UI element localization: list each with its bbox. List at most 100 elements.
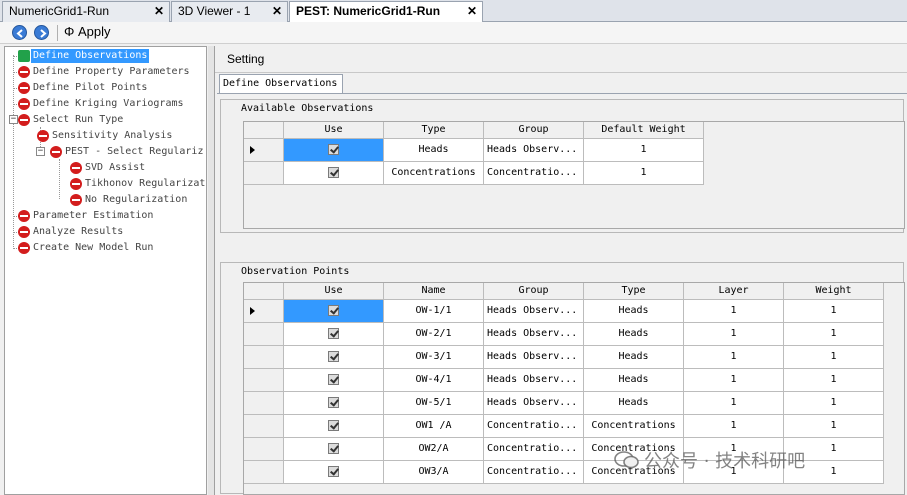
use-checkbox[interactable] — [284, 323, 384, 346]
toolbar-separator — [57, 25, 58, 41]
type-cell[interactable]: Concentrations — [584, 415, 684, 438]
row-header[interactable] — [244, 300, 284, 323]
tree-item-create-new-model-run[interactable]: Create New Model Run — [5, 241, 205, 255]
weight-cell[interactable]: 1 — [784, 369, 884, 392]
row-header[interactable] — [244, 461, 284, 484]
tree-item-svd-assist[interactable]: SVD Assist — [57, 161, 205, 175]
use-checkbox[interactable] — [284, 346, 384, 369]
column-header-type[interactable]: Type — [384, 122, 484, 139]
use-checkbox[interactable] — [284, 392, 384, 415]
group-cell[interactable]: Heads Observ... — [484, 300, 584, 323]
tab-numericgrid1-run[interactable]: NumericGrid1-Run ✕ — [2, 1, 170, 22]
use-checkbox[interactable] — [284, 461, 384, 484]
tab-define-observations[interactable]: Define Observations — [219, 74, 343, 94]
name-cell[interactable]: OW-3/1 — [384, 346, 484, 369]
weight-cell[interactable]: 1 — [784, 415, 884, 438]
tree-item-define-pilot-points[interactable]: Define Pilot Points — [5, 81, 205, 95]
use-checkbox[interactable] — [284, 162, 384, 185]
type-cell[interactable]: Heads — [584, 392, 684, 415]
forward-arrow-icon[interactable] — [34, 25, 49, 40]
type-cell[interactable]: Heads — [384, 139, 484, 162]
tab-3d-viewer[interactable]: 3D Viewer - 1 ✕ — [171, 1, 288, 22]
row-header[interactable] — [244, 438, 284, 461]
column-header-weight[interactable]: Weight — [784, 283, 884, 300]
column-header-use[interactable]: Use — [284, 283, 384, 300]
group-cell[interactable]: Concentratio... — [484, 162, 584, 185]
column-header-name[interactable]: Name — [384, 283, 484, 300]
use-checkbox[interactable] — [284, 300, 384, 323]
row-header[interactable] — [244, 162, 284, 185]
tree-item-pest-select-regularization[interactable]: − PEST - Select Regulariz — [24, 145, 205, 159]
name-cell[interactable]: OW3/A — [384, 461, 484, 484]
layer-cell[interactable]: 1 — [684, 346, 784, 369]
group-cell[interactable]: Heads Observ... — [484, 323, 584, 346]
collapse-icon[interactable]: − — [9, 115, 18, 124]
type-cell[interactable]: Heads — [584, 300, 684, 323]
name-cell[interactable]: OW-5/1 — [384, 392, 484, 415]
name-cell[interactable]: OW-2/1 — [384, 323, 484, 346]
tree-item-label: PEST - Select Regulariz — [65, 146, 204, 157]
column-header-use[interactable]: Use — [284, 122, 384, 139]
weight-cell[interactable]: 1 — [784, 346, 884, 369]
type-cell[interactable]: Concentrations — [384, 162, 484, 185]
weight-cell[interactable]: 1 — [784, 392, 884, 415]
row-header[interactable] — [244, 392, 284, 415]
tree-item-sensitivity-analysis[interactable]: Sensitivity Analysis — [24, 129, 205, 143]
layer-cell[interactable]: 1 — [684, 392, 784, 415]
back-arrow-icon[interactable] — [12, 25, 27, 40]
watermark: 公众号 · 技术科研吧 — [614, 447, 805, 473]
tree-item-define-property-parameters[interactable]: Define Property Parameters — [5, 65, 205, 79]
row-header[interactable] — [244, 323, 284, 346]
tree-item-analyze-results[interactable]: Analyze Results — [5, 225, 205, 239]
column-header-default-weight[interactable]: Default Weight — [584, 122, 704, 139]
tab-pest-run[interactable]: PEST: NumericGrid1-Run ✕ — [289, 1, 483, 23]
column-header-type[interactable]: Type — [584, 283, 684, 300]
layer-cell[interactable]: 1 — [684, 300, 784, 323]
column-header-layer[interactable]: Layer — [684, 283, 784, 300]
layer-cell[interactable]: 1 — [684, 369, 784, 392]
weight-cell[interactable]: 1 — [584, 162, 704, 185]
weight-cell[interactable]: 1 — [584, 139, 704, 162]
tree-item-define-observations[interactable]: Define Observations — [5, 49, 205, 63]
type-cell[interactable]: Heads — [584, 323, 684, 346]
close-icon[interactable]: ✕ — [467, 2, 477, 21]
layer-cell[interactable]: 1 — [684, 323, 784, 346]
row-header[interactable] — [244, 415, 284, 438]
tree-item-select-run-type[interactable]: − Select Run Type — [5, 113, 205, 127]
group-cell[interactable]: Heads Observ... — [484, 392, 584, 415]
column-header-group[interactable]: Group — [484, 283, 584, 300]
use-checkbox[interactable] — [284, 438, 384, 461]
group-cell[interactable]: Heads Observ... — [484, 346, 584, 369]
name-cell[interactable]: OW-1/1 — [384, 300, 484, 323]
tree-item-parameter-estimation[interactable]: Parameter Estimation — [5, 209, 205, 223]
group-cell[interactable]: Concentratio... — [484, 461, 584, 484]
apply-button[interactable]: Φ Apply — [64, 24, 111, 39]
row-header[interactable] — [244, 139, 284, 162]
type-cell[interactable]: Heads — [584, 346, 684, 369]
type-cell[interactable]: Heads — [584, 369, 684, 392]
group-cell[interactable]: Concentratio... — [484, 415, 584, 438]
not-complete-icon — [18, 226, 30, 238]
row-header[interactable] — [244, 369, 284, 392]
row-header-corner — [244, 283, 284, 300]
use-checkbox[interactable] — [284, 139, 384, 162]
group-cell[interactable]: Concentratio... — [484, 438, 584, 461]
weight-cell[interactable]: 1 — [784, 323, 884, 346]
close-icon[interactable]: ✕ — [272, 2, 282, 21]
row-header[interactable] — [244, 346, 284, 369]
layer-cell[interactable]: 1 — [684, 415, 784, 438]
group-cell[interactable]: Heads Observ... — [484, 139, 584, 162]
weight-cell[interactable]: 1 — [784, 300, 884, 323]
use-checkbox[interactable] — [284, 415, 384, 438]
column-header-group[interactable]: Group — [484, 122, 584, 139]
close-icon[interactable]: ✕ — [154, 2, 164, 21]
group-cell[interactable]: Heads Observ... — [484, 369, 584, 392]
tree-item-no-regularization[interactable]: No Regularization — [57, 193, 205, 207]
collapse-icon[interactable]: − — [36, 147, 45, 156]
name-cell[interactable]: OW2/A — [384, 438, 484, 461]
use-checkbox[interactable] — [284, 369, 384, 392]
tree-item-define-kriging-variograms[interactable]: Define Kriging Variograms — [5, 97, 205, 111]
tree-item-tikhonov-regularization[interactable]: Tikhonov Regularizat — [57, 177, 205, 191]
name-cell[interactable]: OW-4/1 — [384, 369, 484, 392]
name-cell[interactable]: OW1 /A — [384, 415, 484, 438]
